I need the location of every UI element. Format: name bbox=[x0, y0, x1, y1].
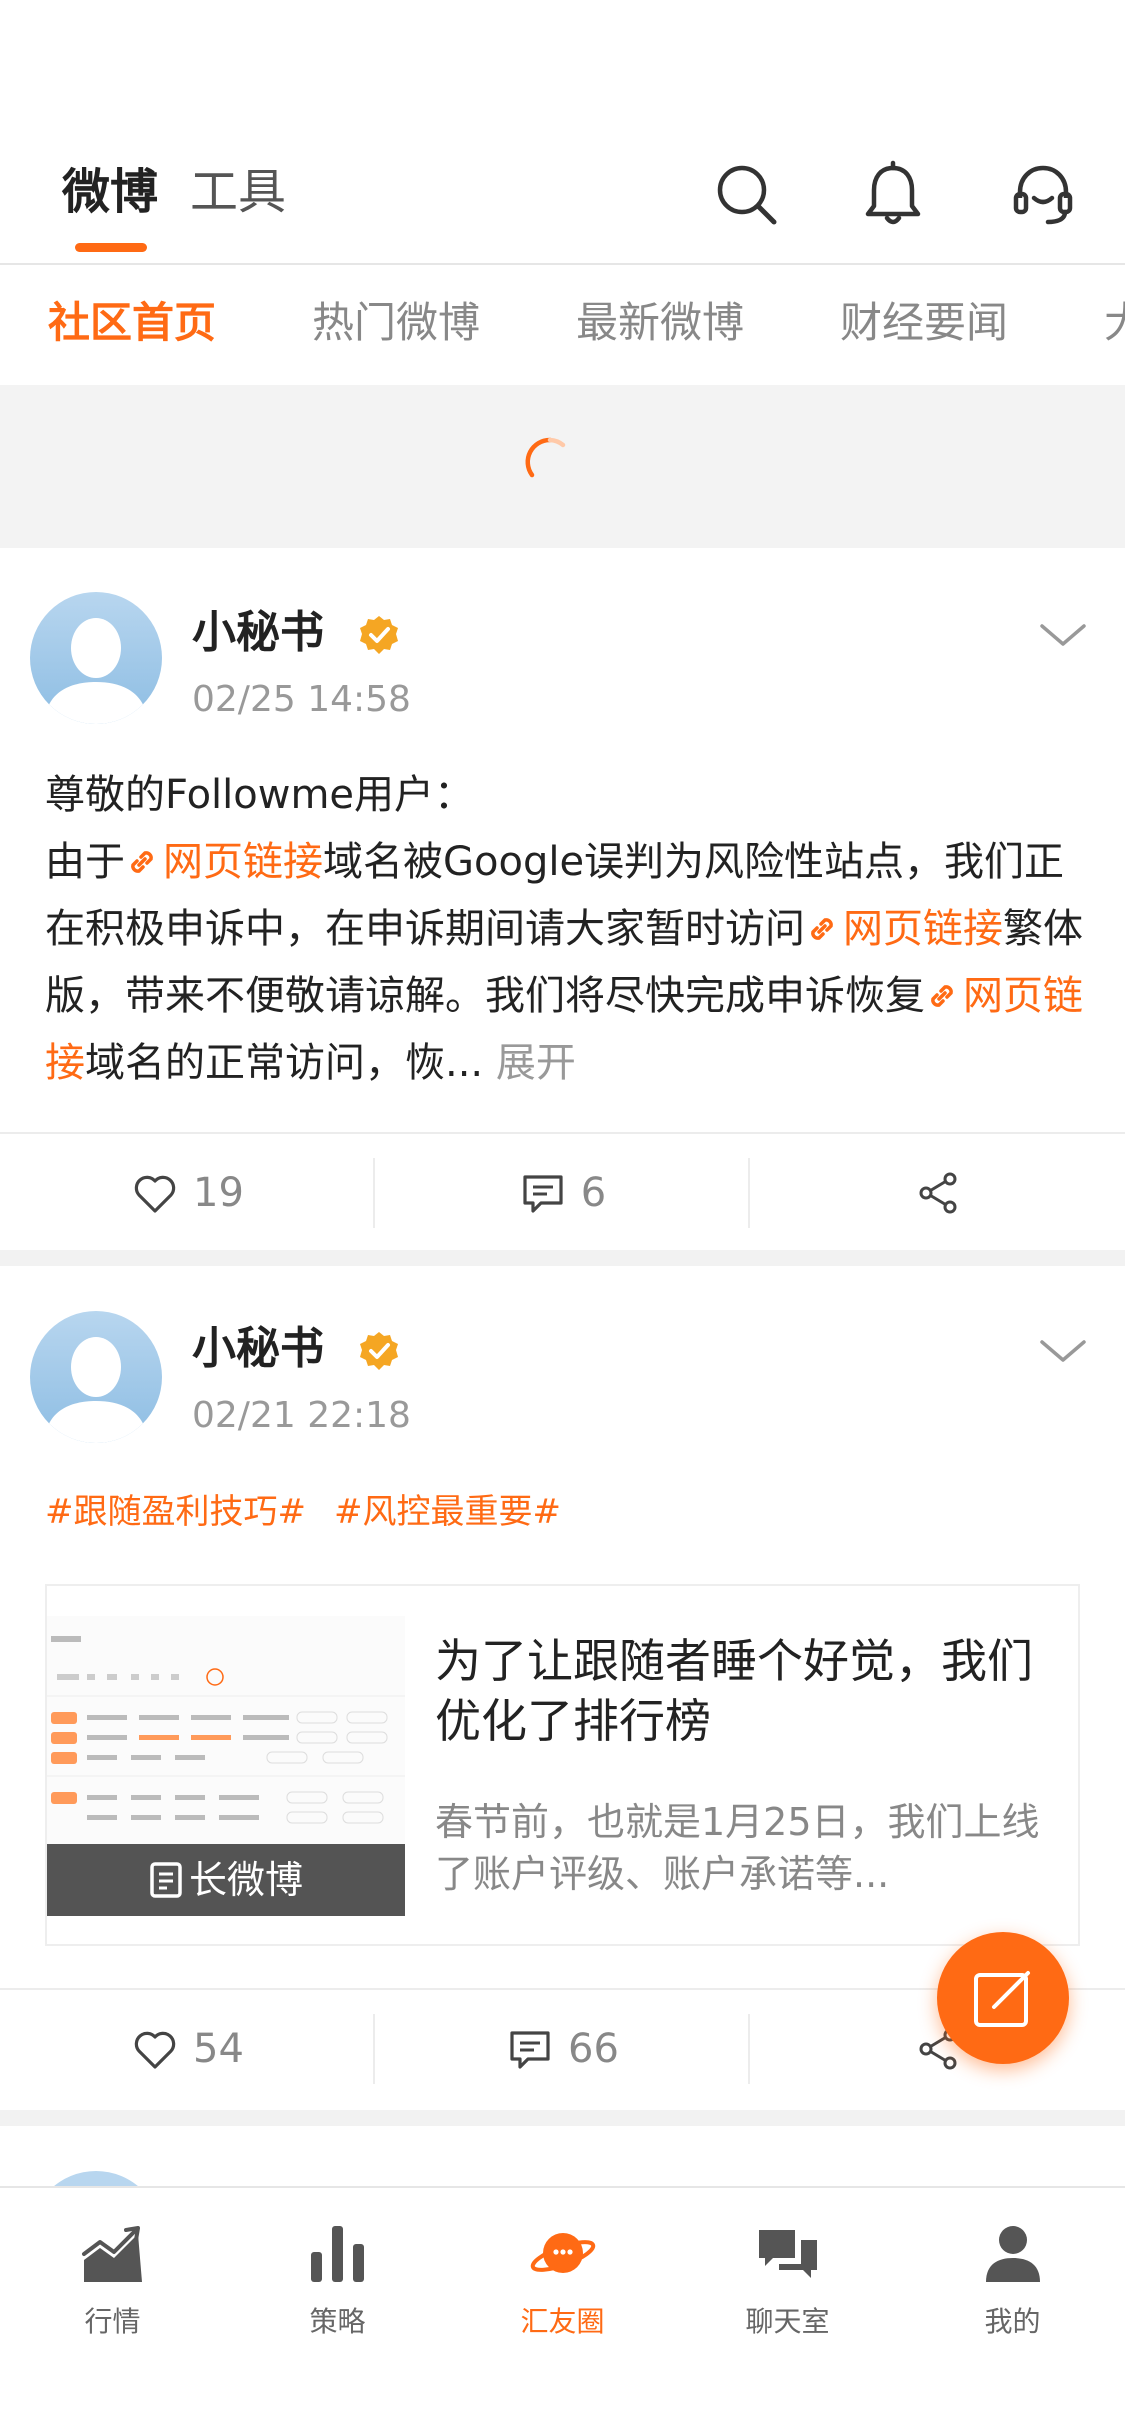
article-card[interactable]: 长微博 为了让跟随者睡个好觉，我们优化了排行榜 春节前，也就是1月25日，我们上… bbox=[45, 1584, 1080, 1946]
category-tabs: 社区首页 热门微博 最新微博 财经要闻 大 bbox=[0, 265, 1125, 385]
post-card bbox=[0, 2126, 1125, 2186]
top-header: 微博 工具 bbox=[0, 0, 1125, 265]
link-icon bbox=[811, 918, 833, 940]
market-chart-icon bbox=[82, 2226, 142, 2282]
web-link-text: 网页链接 bbox=[163, 839, 323, 885]
web-link[interactable]: 网页链接 bbox=[125, 839, 323, 885]
chat-icon bbox=[759, 2230, 817, 2278]
tab-finance-news[interactable]: 财经要闻 bbox=[840, 295, 1008, 351]
active-tab-indicator bbox=[75, 243, 147, 252]
hashtag-list: #跟随盈利技巧# #风控最重要# bbox=[45, 1490, 589, 1534]
username[interactable]: 小秘书 bbox=[192, 1321, 324, 1377]
loading-spinner-icon bbox=[525, 437, 566, 478]
headset-icon[interactable] bbox=[1008, 160, 1078, 230]
chevron-down-icon[interactable] bbox=[1038, 1336, 1088, 1366]
post-separator bbox=[0, 1250, 1125, 1266]
bell-icon[interactable] bbox=[858, 160, 928, 230]
chevron-down-icon[interactable] bbox=[1038, 620, 1088, 650]
avatar[interactable] bbox=[30, 2171, 162, 2186]
tab-tools[interactable]: 工具 bbox=[190, 162, 286, 222]
user-icon bbox=[986, 2226, 1040, 2282]
post-time: 02/21 22:18 bbox=[192, 1395, 411, 1436]
post-time: 02/25 14:58 bbox=[192, 679, 411, 720]
article-description: 春节前，也就是1月25日，我们上线了账户评级、账户承诺等... bbox=[435, 1800, 1040, 1896]
post-actions: 19 6 bbox=[0, 1132, 1125, 1250]
hashtag[interactable]: #跟随盈利技巧# bbox=[45, 1492, 306, 1532]
compose-button[interactable] bbox=[937, 1932, 1069, 2064]
tab-more[interactable]: 大 bbox=[1104, 295, 1125, 351]
like-count: 54 bbox=[193, 2026, 244, 2072]
tab-latest-weibo[interactable]: 最新微博 bbox=[576, 295, 744, 351]
post-text: 由于 bbox=[45, 839, 125, 885]
document-icon bbox=[150, 1862, 182, 1898]
avatar[interactable] bbox=[30, 1311, 162, 1443]
share-button[interactable] bbox=[750, 1134, 1125, 1252]
tab-chatroom[interactable]: 聊天室 bbox=[675, 2210, 900, 2350]
share-icon bbox=[919, 1172, 956, 1214]
username[interactable]: 小秘书 bbox=[192, 605, 324, 661]
tab-label: 汇友圈 bbox=[520, 2305, 605, 2338]
like-count: 19 bbox=[193, 1170, 244, 1216]
tab-community-home[interactable]: 社区首页 bbox=[48, 295, 216, 351]
comment-count: 66 bbox=[568, 2026, 619, 2072]
web-link[interactable]: 网页链接 bbox=[805, 906, 1003, 952]
edit-icon bbox=[974, 1971, 1030, 2027]
comment-icon bbox=[523, 1175, 563, 1213]
tab-label: 我的 bbox=[984, 2305, 1041, 2338]
comment-button[interactable]: 6 bbox=[375, 1134, 750, 1252]
tab-label: 策略 bbox=[309, 2305, 366, 2338]
comment-icon bbox=[510, 2031, 550, 2069]
tab-weibo[interactable]: 微博 bbox=[62, 162, 158, 222]
tab-community[interactable]: 汇友圈 bbox=[450, 2210, 675, 2350]
link-icon bbox=[931, 985, 953, 1007]
comment-count: 6 bbox=[580, 1170, 607, 1216]
tab-market[interactable]: 行情 bbox=[0, 2210, 225, 2350]
post-text: 域名的正常访问，恢... bbox=[85, 1040, 484, 1086]
verified-badge-icon bbox=[360, 1332, 398, 1370]
expand-link[interactable]: 展开 bbox=[496, 1040, 576, 1086]
planet-icon bbox=[530, 2233, 596, 2273]
search-icon[interactable] bbox=[712, 160, 782, 230]
like-button[interactable]: 19 bbox=[0, 1134, 375, 1252]
pull-refresh-area bbox=[0, 385, 1125, 548]
badge-label: 长微博 bbox=[188, 1858, 303, 1902]
hashtag[interactable]: #风控最重要# bbox=[334, 1492, 561, 1532]
web-link-text: 网页链接 bbox=[843, 906, 1003, 952]
link-icon bbox=[131, 851, 153, 873]
tab-label: 聊天室 bbox=[745, 2305, 830, 2338]
tab-me[interactable]: 我的 bbox=[900, 2210, 1125, 2350]
bar-chart-icon bbox=[311, 2226, 364, 2282]
heart-icon bbox=[134, 1175, 176, 1213]
post-separator bbox=[0, 2110, 1125, 2126]
verified-badge-icon bbox=[360, 616, 398, 654]
heart-icon bbox=[134, 2031, 176, 2069]
tab-label: 行情 bbox=[84, 2305, 141, 2338]
tab-strategy[interactable]: 策略 bbox=[225, 2210, 450, 2350]
bottom-tab-bar: 行情 策略 汇友圈 聊天室 我的 bbox=[0, 2186, 1125, 2436]
article-thumbnail: 长微博 bbox=[47, 1616, 405, 1916]
comment-button[interactable]: 66 bbox=[375, 1990, 750, 2108]
tab-hot-weibo[interactable]: 热门微博 bbox=[312, 295, 480, 351]
article-title: 为了让跟随者睡个好觉，我们优化了排行榜 bbox=[435, 1634, 1033, 1748]
long-weibo-badge: 长微博 bbox=[47, 1844, 405, 1916]
post-content[interactable]: 尊敬的Followme用户： 由于 网页链接域名被Google误判为风险性站点，我… bbox=[45, 762, 1095, 1097]
avatar[interactable] bbox=[30, 592, 162, 724]
post-card: 小秘书 02/25 14:58 尊敬的Followme用户： 由于 网页链接域名被… bbox=[0, 550, 1125, 1250]
post-greeting: 尊敬的Followme用户： bbox=[45, 772, 475, 818]
like-button[interactable]: 54 bbox=[0, 1990, 375, 2108]
